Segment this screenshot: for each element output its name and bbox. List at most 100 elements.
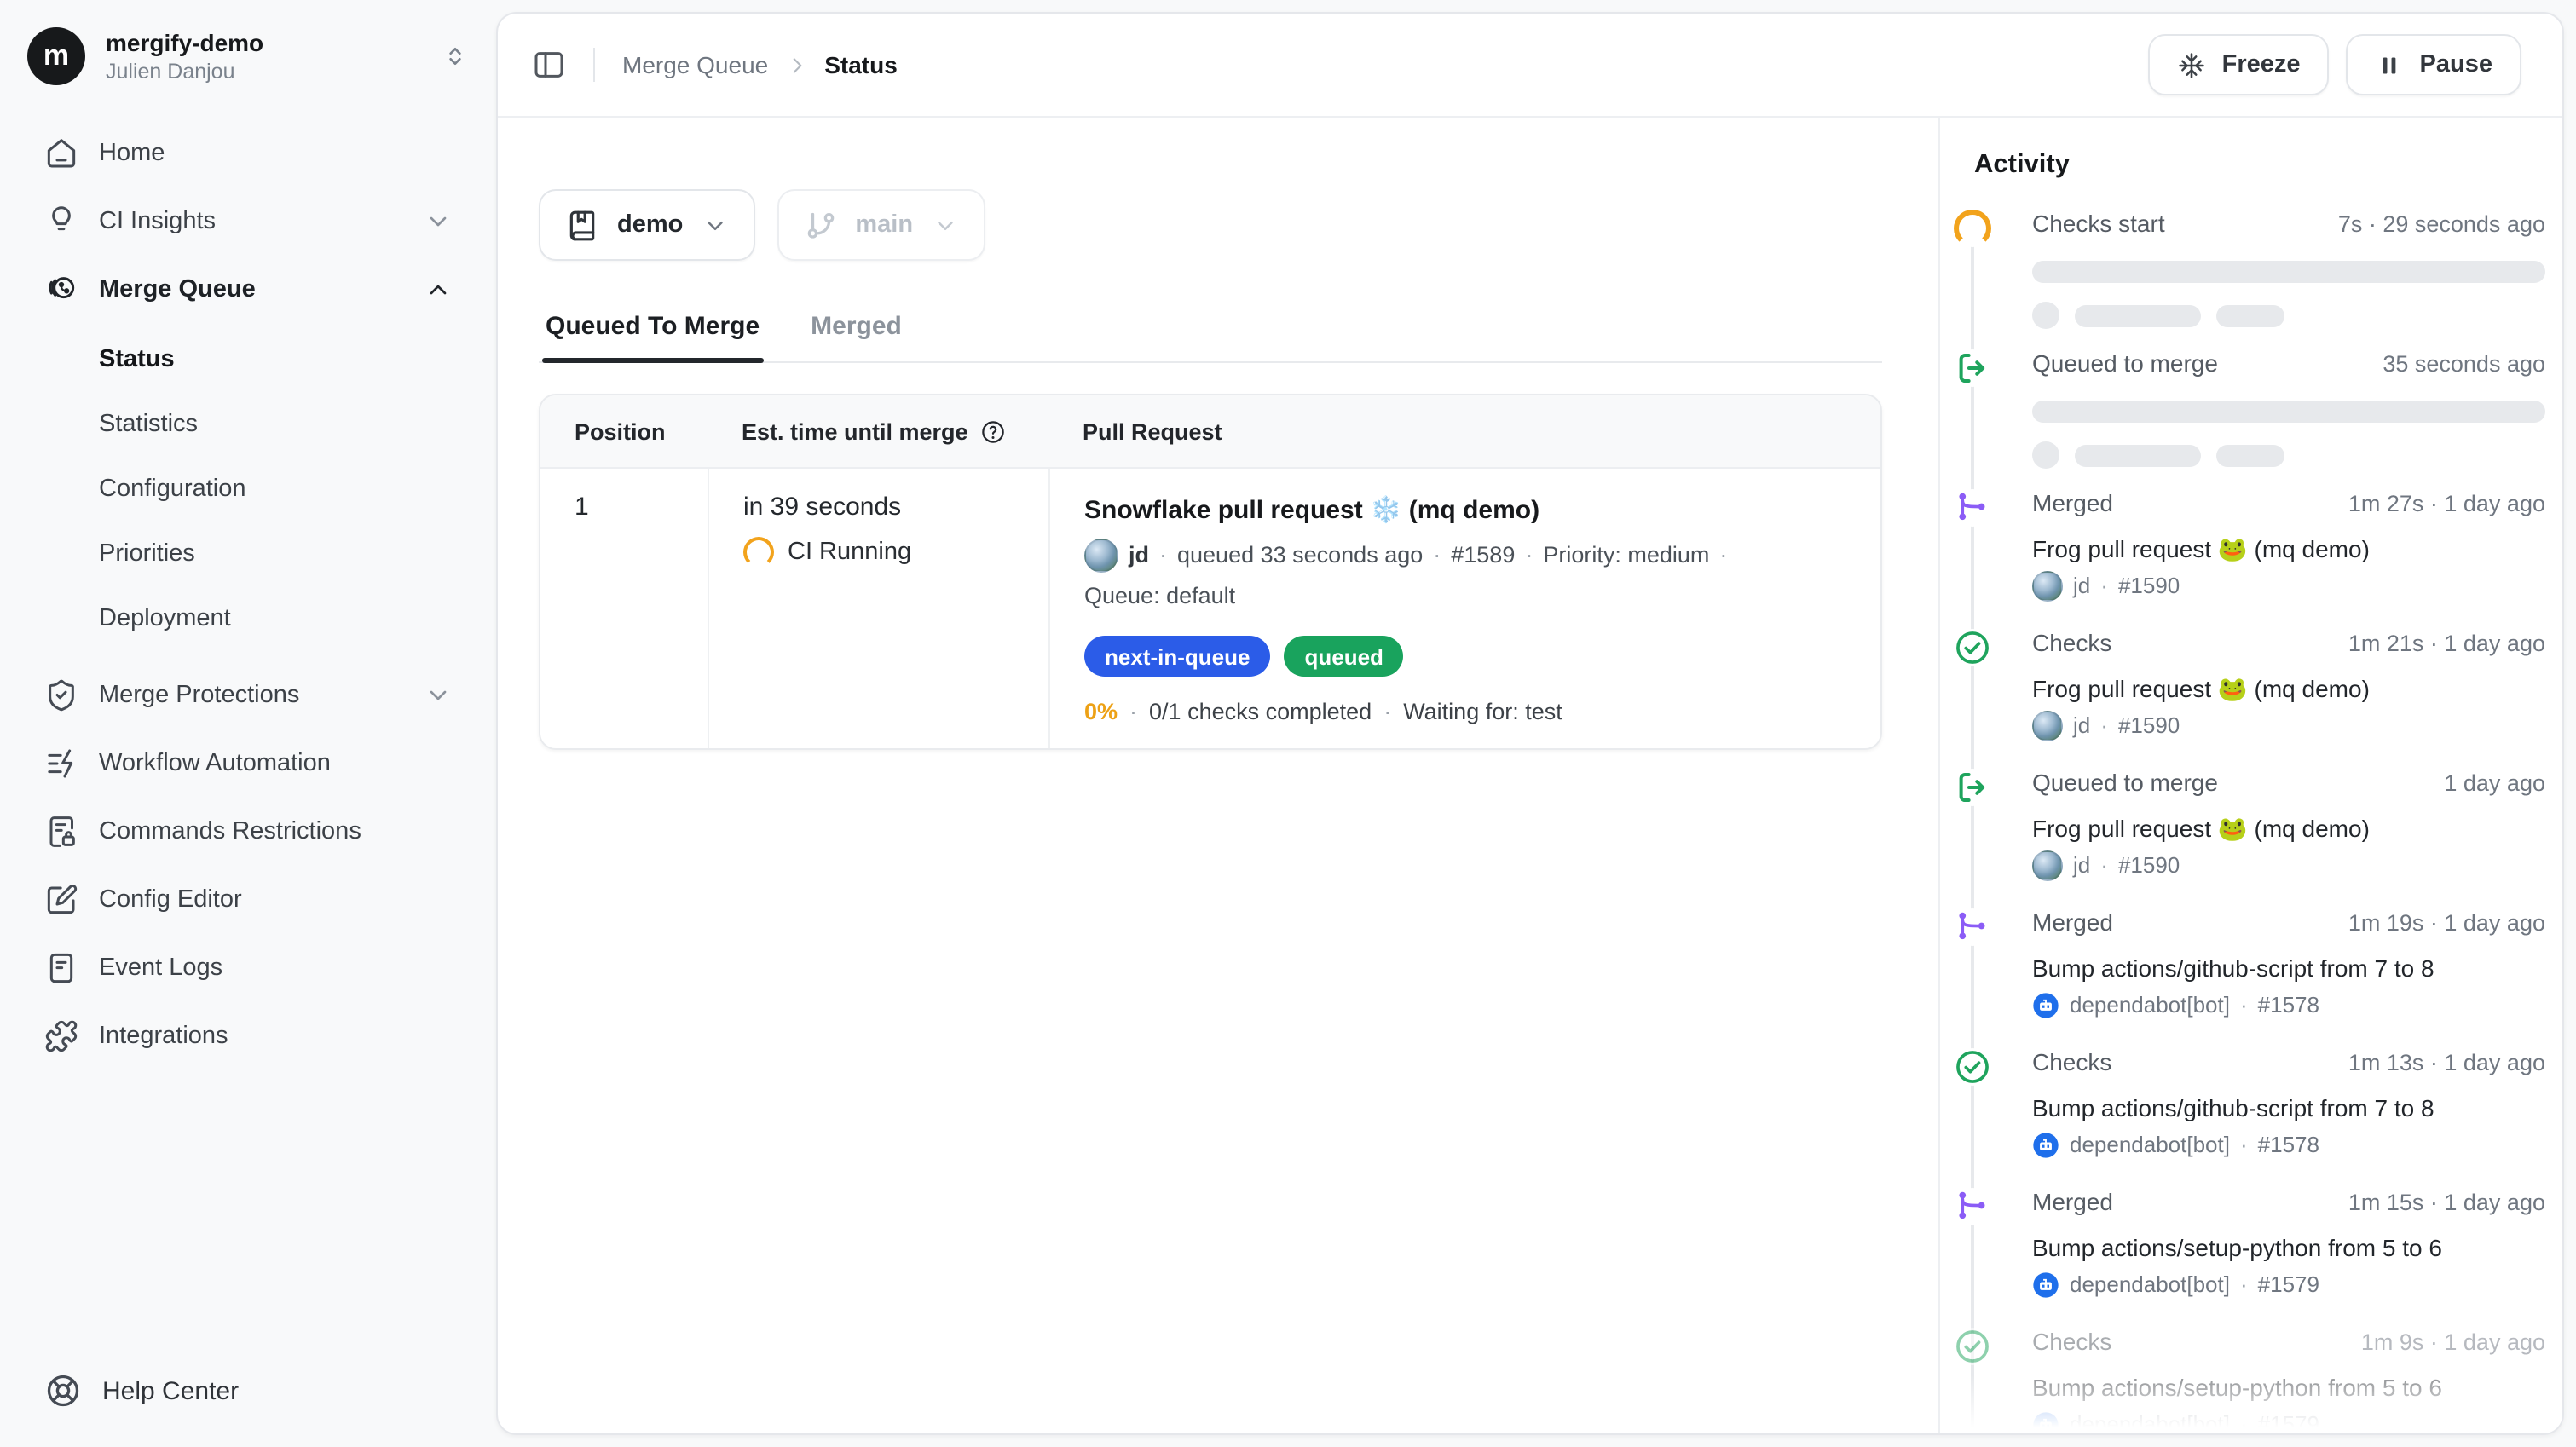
help-center-label: Help Center: [102, 1376, 239, 1405]
activity-entry[interactable]: Checks1m 13s · 1 day agoBump actions/git…: [1954, 1048, 2545, 1188]
activity-pr-number: #1590: [2118, 569, 2180, 602]
activity-entry[interactable]: Checks start7s · 29 seconds ago: [1954, 210, 2545, 349]
file-lock-icon: [44, 815, 78, 849]
activity-pr-title[interactable]: Frog pull request 🐸 (mq demo): [2032, 810, 2545, 847]
check-circle-icon: [1954, 1048, 1991, 1086]
row-chevron-right-icon[interactable]: [1829, 496, 1857, 523]
label-next-in-queue[interactable]: next-in-queue: [1084, 636, 1270, 677]
pr-title[interactable]: Snowflake pull request ❄️ (mq demo): [1084, 493, 1880, 528]
activity-pr-number: #1578: [2258, 989, 2319, 1021]
activity-pr-title[interactable]: Bump actions/github-script from 7 to 8: [2032, 949, 2545, 987]
activity-pr-title[interactable]: Frog pull request 🐸 (mq demo): [2032, 530, 2545, 568]
activity-pr-title[interactable]: Bump actions/setup-python from 5 to 6: [2032, 1369, 2545, 1406]
branch-select[interactable]: main: [777, 189, 985, 261]
dependabot-icon: [2032, 1131, 2059, 1158]
chevron-up-icon: [425, 276, 452, 303]
activity-entry[interactable]: Checks 1m 9s · 1 day ago Bump actions/setu…: [1954, 1328, 2545, 1433]
column-est-time: Est. time until merge: [708, 418, 1048, 444]
chevron-down-icon: [425, 682, 452, 709]
app-root: m mergify-demo Julien Danjou Home CI Insi…: [0, 0, 2576, 1447]
sidebar-item-label: CI Insights: [99, 208, 404, 235]
avatar-jd: [1084, 539, 1118, 573]
sidebar-item-deployment[interactable]: Deployment: [27, 590, 469, 648]
row-eta: in 39 seconds: [743, 493, 1048, 522]
tab-merged[interactable]: Merged: [807, 302, 905, 361]
sidebar-toggle-icon[interactable]: [532, 48, 566, 82]
check-circle-icon: [1954, 1328, 1991, 1365]
sidebar-item-label: Merge Protections: [99, 682, 404, 709]
main-card: Merge Queue Status Freeze Pause: [496, 12, 2564, 1435]
activity-entry-time: 1m 9s · 1 day ago: [2361, 1329, 2545, 1355]
org-switcher[interactable]: m mergify-demo Julien Danjou: [0, 0, 496, 109]
activity-entry-time: 1m 15s · 1 day ago: [2348, 1190, 2545, 1215]
mergify-logo: m: [27, 27, 85, 85]
sidebar-item-merge-protections[interactable]: Merge Protections: [27, 661, 469, 729]
sidebar-item-home[interactable]: Home: [27, 119, 469, 187]
dependabot-icon: [2032, 1271, 2059, 1298]
skeleton-bar: [2216, 444, 2284, 466]
activity-entry-title: Checks: [2032, 1048, 2111, 1075]
activity-pr-title[interactable]: Frog pull request 🐸 (mq demo): [2032, 670, 2545, 707]
sidebar-nav: Home CI Insights Merge Queue Status Statisti…: [0, 109, 496, 1070]
sidebar-item-ci-insights[interactable]: CI Insights: [27, 187, 469, 256]
activity-entry[interactable]: Checks1m 21s · 1 day agoFrog pull reques…: [1954, 629, 2545, 769]
tab-queued-to-merge[interactable]: Queued To Merge: [542, 302, 763, 361]
activity-author: jd: [2073, 709, 2090, 741]
sidebar-item-help-center[interactable]: Help Center: [27, 1357, 469, 1425]
sidebar-item-configuration[interactable]: Configuration: [27, 460, 469, 518]
sidebar-item-commands-restrictions[interactable]: Commands Restrictions: [27, 798, 469, 866]
chevrons-up-down-icon: [442, 43, 469, 70]
pr-author: jd: [1129, 539, 1149, 573]
breadcrumb-status: Status: [824, 51, 898, 78]
checks-completed: 0/1 checks completed: [1149, 699, 1372, 724]
checks-waiting: Waiting for: test: [1403, 699, 1562, 724]
checks-progress: 0%: [1084, 699, 1118, 724]
activity-entry[interactable]: Queued to merge35 seconds ago: [1954, 349, 2545, 489]
label-queued[interactable]: queued: [1284, 636, 1403, 677]
breadcrumb-merge-queue[interactable]: Merge Queue: [622, 51, 768, 78]
sidebar-item-label: Commands Restrictions: [99, 818, 452, 845]
chevron-down-icon: [932, 212, 957, 238]
edit-square-icon: [44, 883, 78, 917]
activity-entry[interactable]: Merged1m 27s · 1 day agoFrog pull reques…: [1954, 489, 2545, 629]
activity-entry-title: Checks: [2032, 1328, 2111, 1355]
sidebar-item-status[interactable]: Status: [27, 331, 469, 389]
activity-author: jd: [2073, 569, 2090, 602]
sidebar-item-config-editor[interactable]: Config Editor: [27, 866, 469, 934]
activity-entry[interactable]: Merged1m 15s · 1 day agoBump actions/set…: [1954, 1188, 2545, 1328]
avatar-jd: [2032, 710, 2063, 741]
activity-pr-title[interactable]: Bump actions/github-script from 7 to 8: [2032, 1089, 2545, 1127]
skeleton-circle: [2032, 302, 2059, 329]
activity-entry-title: Merged: [2032, 908, 2113, 936]
activity-author: dependabot[bot]: [2070, 989, 2230, 1021]
sidebar-item-statistics[interactable]: Statistics: [27, 395, 469, 453]
activity-author: dependabot[bot]: [2070, 1128, 2230, 1161]
help-circle-icon[interactable]: [980, 418, 1006, 444]
snowflake-icon: [2178, 50, 2207, 79]
activity-entry-time: 35 seconds ago: [2383, 351, 2545, 377]
chevron-right-icon: [785, 54, 807, 76]
repository-select[interactable]: demo: [539, 189, 754, 261]
sidebar-subnav-merge-queue: Status Statistics Configuration Priorities D…: [27, 331, 469, 661]
activity-pr-title[interactable]: Bump actions/setup-python from 5 to 6: [2032, 1229, 2545, 1266]
git-branch-icon: [804, 209, 836, 241]
home-icon: [44, 136, 78, 170]
sidebar-item-priorities[interactable]: Priorities: [27, 525, 469, 583]
freeze-button[interactable]: Freeze: [2149, 34, 2330, 95]
sidebar-item-label: Config Editor: [99, 886, 452, 914]
pause-button[interactable]: Pause: [2347, 34, 2521, 95]
git-merge-icon: [1954, 1188, 1991, 1225]
table-header: Position Est. time until merge Pull Requ…: [540, 395, 1880, 469]
activity-entry[interactable]: Merged1m 19s · 1 day agoBump actions/git…: [1954, 908, 2545, 1048]
pr-meta: jd · queued 33 seconds ago · #1589 · Pri…: [1084, 539, 1880, 573]
row-position: 1: [540, 469, 708, 748]
sidebar-item-integrations[interactable]: Integrations: [27, 1002, 469, 1070]
queue-main: demo main Queued To Merge Merged Po: [498, 118, 1938, 1433]
spinner-icon: [1954, 210, 1991, 247]
sidebar-item-event-logs[interactable]: Event Logs: [27, 934, 469, 1002]
table-row[interactable]: 1 in 39 seconds CI Running Snowflake pul…: [540, 469, 1880, 748]
activity-entry[interactable]: Queued to merge1 day agoFrog pull reques…: [1954, 769, 2545, 908]
ci-running-spinner-icon: [743, 537, 774, 568]
sidebar-item-workflow-automation[interactable]: Workflow Automation: [27, 729, 469, 798]
sidebar-item-merge-queue[interactable]: Merge Queue: [27, 256, 469, 324]
